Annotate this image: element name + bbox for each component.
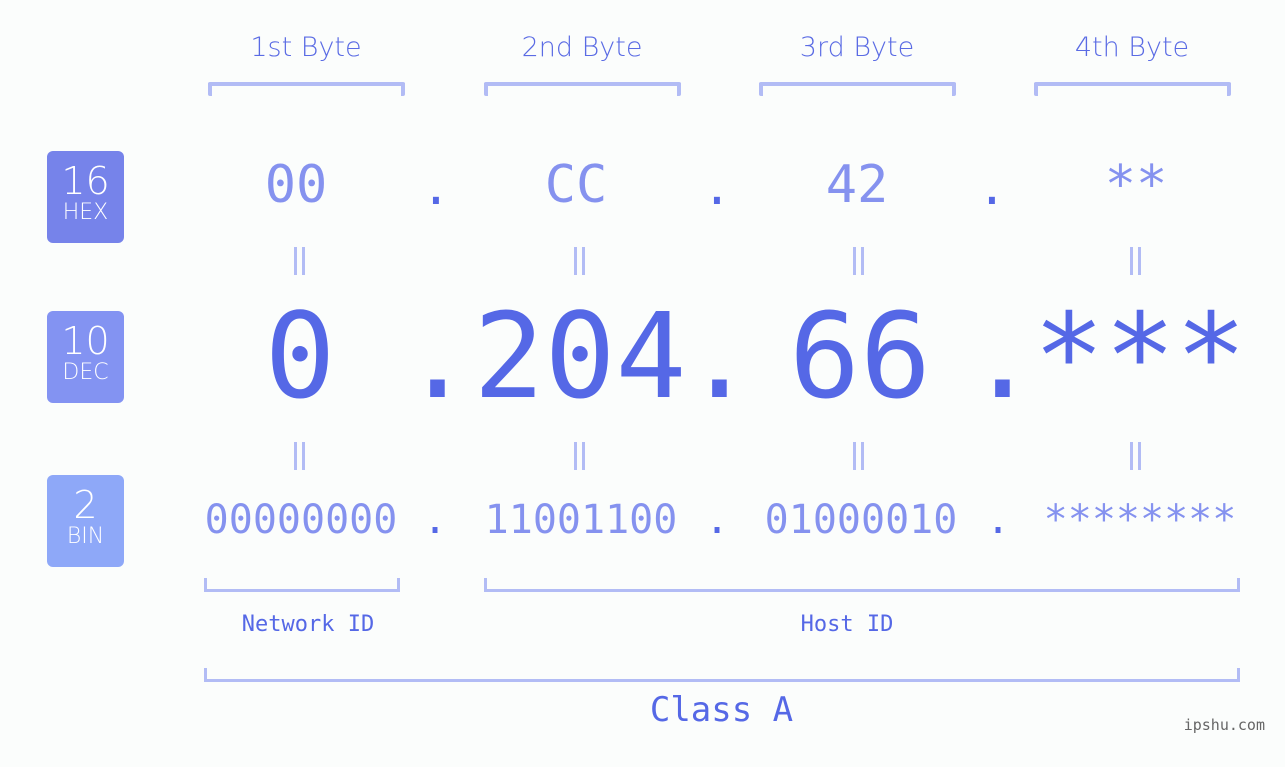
byte-header-2: 2nd Byte (521, 32, 643, 63)
hex-byte-3: 42 (825, 155, 889, 215)
byte-bracket-4 (1034, 82, 1231, 96)
dec-separator-2: . (684, 287, 756, 425)
dec-badge: 10 DEC (47, 311, 124, 403)
byte-header-1: 1st Byte (250, 32, 362, 63)
host-id-bracket (484, 578, 1240, 592)
bin-separator-3: . (985, 497, 1011, 543)
bin-badge-number: 2 (73, 483, 98, 527)
hex-byte-2: CC (544, 155, 608, 215)
hex-separator-3: . (977, 160, 1007, 216)
bin-separator-2: . (704, 497, 730, 543)
dec-badge-label: DEC (62, 360, 109, 385)
class-bracket (204, 668, 1240, 682)
hex-separator-1: . (421, 160, 451, 216)
dec-separator-1: . (402, 287, 474, 425)
equals-icon (570, 442, 590, 470)
watermark: ipshu.com (1183, 716, 1265, 734)
bin-byte-4: ******** (1043, 497, 1237, 543)
dec-badge-number: 10 (61, 319, 110, 363)
byte-bracket-3 (759, 82, 956, 96)
bin-separator-1: . (422, 497, 448, 543)
equals-icon (570, 247, 590, 275)
equals-icon (849, 247, 869, 275)
bin-byte-2: 11001100 (484, 497, 678, 543)
dec-byte-4: *** (1033, 287, 1247, 425)
byte-bracket-1 (208, 82, 405, 96)
bin-badge: 2 BIN (47, 475, 124, 567)
dec-separator-3: . (967, 287, 1039, 425)
bin-badge-label: BIN (66, 524, 105, 549)
hex-badge-number: 16 (61, 159, 110, 203)
equals-icon (1126, 442, 1146, 470)
byte-header-3: 3rd Byte (799, 32, 915, 63)
equals-icon (290, 247, 310, 275)
dec-byte-1: 0 (264, 287, 336, 425)
hex-byte-4: ** (1104, 155, 1168, 215)
class-label: Class A (649, 690, 794, 730)
host-id-label: Host ID (800, 612, 894, 637)
bin-byte-3: 01000010 (764, 497, 958, 543)
byte-header-4: 4th Byte (1074, 32, 1190, 63)
hex-badge-label: HEX (62, 200, 109, 225)
dec-byte-3: 66 (788, 287, 932, 425)
byte-bracket-2 (484, 82, 681, 96)
equals-icon (290, 442, 310, 470)
equals-icon (1126, 247, 1146, 275)
network-id-label: Network ID (241, 612, 375, 637)
network-id-bracket (204, 578, 400, 592)
hex-byte-1: 00 (264, 155, 328, 215)
hex-badge: 16 HEX (47, 151, 124, 243)
equals-icon (849, 442, 869, 470)
bin-byte-1: 00000000 (204, 497, 398, 543)
hex-separator-2: . (702, 160, 732, 216)
dec-byte-2: 204 (473, 287, 687, 425)
